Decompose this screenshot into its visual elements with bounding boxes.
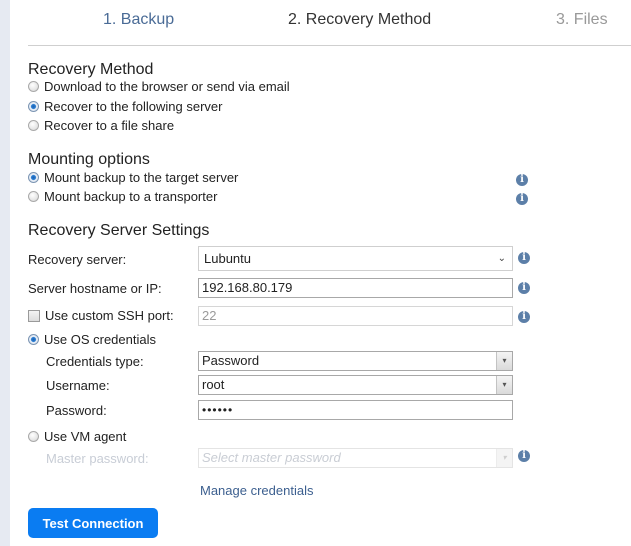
mounting-options-title: Mounting options	[28, 151, 150, 168]
info-icon[interactable]: i	[518, 282, 530, 294]
recovery-server-label: Recovery server:	[28, 252, 127, 267]
radio-recover-file-share[interactable]: Recover to a file share	[28, 118, 174, 133]
radio-label: Mount backup to the target server	[44, 170, 239, 185]
recovery-method-title: Recovery Method	[28, 61, 154, 78]
server-hostname-label: Server hostname or IP:	[28, 281, 162, 296]
checkbox[interactable]	[28, 309, 40, 322]
username-combobox[interactable]: root ▾	[198, 375, 513, 395]
radio-label: Use VM agent	[44, 429, 127, 444]
radio-button[interactable]	[28, 101, 39, 112]
info-icon[interactable]: i	[518, 450, 530, 462]
dropdown-arrow-icon[interactable]: ▾	[496, 352, 512, 370]
wizard-step-backup[interactable]: 1. Backup	[103, 11, 174, 29]
radio-use-os-credentials[interactable]: Use OS credentials	[28, 332, 156, 347]
radio-button[interactable]	[28, 172, 39, 183]
info-icon[interactable]: i	[516, 174, 528, 186]
recovery-server-value: Lubuntu	[204, 251, 251, 266]
dropdown-arrow-icon[interactable]: ▾	[496, 376, 512, 394]
ssh-port-input[interactable]: 22	[198, 306, 513, 326]
radio-label: Recover to a file share	[44, 118, 175, 133]
master-password-label: Master password:	[46, 451, 149, 466]
info-icon[interactable]: i	[516, 193, 528, 205]
checkbox-label: Use custom SSH port:	[45, 308, 174, 323]
test-connection-button[interactable]: Test Connection	[28, 508, 158, 538]
radio-download-browser-email[interactable]: Download to the browser or send via emai…	[28, 79, 290, 94]
radio-button[interactable]	[28, 120, 39, 131]
left-sidebar-strip	[0, 0, 10, 546]
wizard-divider	[28, 45, 631, 46]
radio-label: Mount backup to a transporter	[44, 189, 218, 204]
manage-credentials-link[interactable]: Manage credentials	[200, 483, 313, 498]
radio-mount-target-server[interactable]: Mount backup to the target server	[28, 170, 238, 185]
info-icon[interactable]: i	[518, 252, 530, 264]
radio-button[interactable]	[28, 431, 39, 442]
server-hostname-input[interactable]: 192.168.80.179	[198, 278, 513, 298]
credentials-type-select[interactable]: Password ▾	[198, 351, 513, 371]
wizard-step-recovery-method: 2. Recovery Method	[288, 11, 432, 28]
custom-ssh-port-checkbox-row[interactable]: Use custom SSH port:	[28, 308, 174, 323]
radio-use-vm-agent[interactable]: Use VM agent	[28, 429, 126, 444]
chevron-down-icon: ⌄	[497, 252, 506, 264]
username-value: root	[202, 377, 225, 392]
radio-label: Download to the browser or send via emai…	[44, 79, 290, 94]
username-label: Username:	[46, 378, 110, 393]
credentials-type-value: Password	[202, 353, 260, 368]
password-input[interactable]: ••••••	[198, 400, 513, 420]
credentials-type-label: Credentials type:	[46, 354, 144, 369]
info-icon[interactable]: i	[518, 311, 530, 323]
radio-mount-transporter[interactable]: Mount backup to a transporter	[28, 189, 217, 204]
radio-recover-to-server[interactable]: Recover to the following server	[28, 99, 222, 114]
radio-label: Recover to the following server	[44, 99, 223, 114]
recovery-server-select[interactable]: Lubuntu ⌄	[198, 246, 513, 271]
radio-button[interactable]	[28, 81, 39, 92]
recovery-server-settings-title: Recovery Server Settings	[28, 222, 210, 239]
radio-button[interactable]	[28, 191, 39, 202]
radio-button[interactable]	[28, 334, 39, 345]
password-label: Password:	[46, 403, 107, 418]
master-password-placeholder: Select master password	[202, 450, 341, 465]
dropdown-arrow-icon[interactable]: ▾	[496, 449, 512, 467]
master-password-select[interactable]: Select master password ▾	[198, 448, 513, 468]
radio-label: Use OS credentials	[44, 332, 156, 347]
wizard-step-files: 3. Files	[556, 11, 608, 28]
